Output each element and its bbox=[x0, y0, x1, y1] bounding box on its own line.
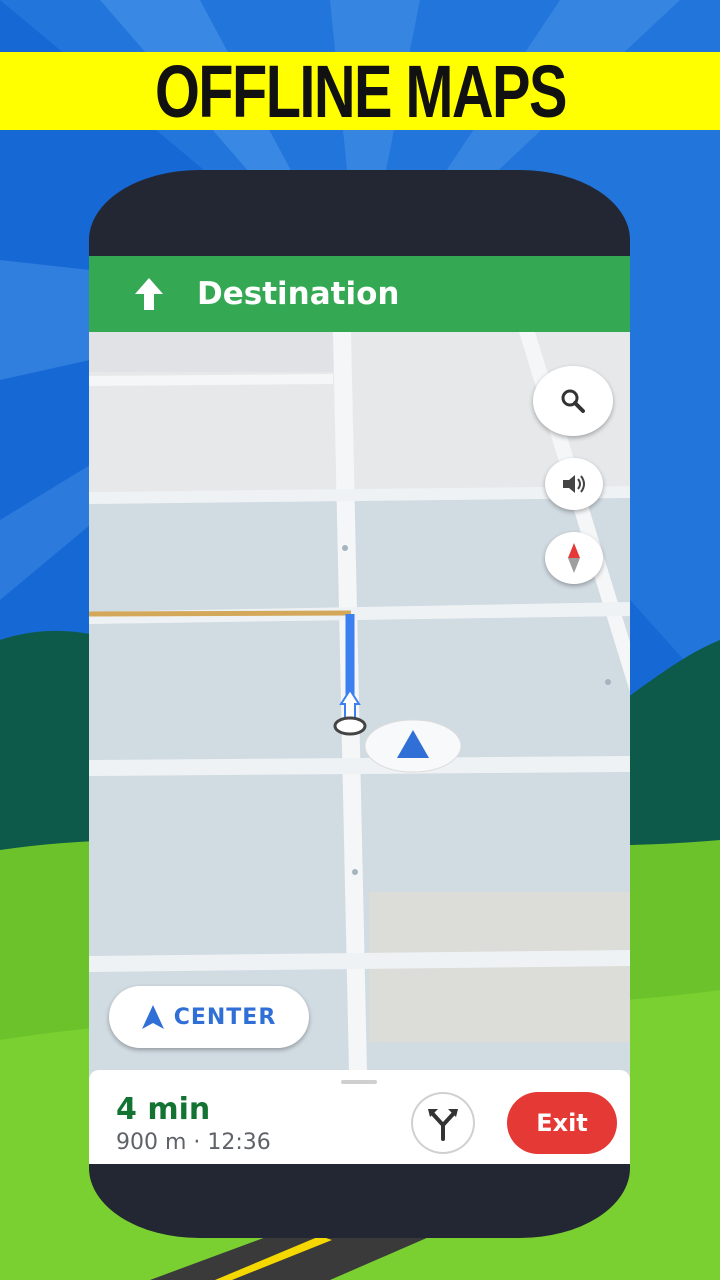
phone-screen: Destination CENTER 4 min 900 m · 12:36 E… bbox=[89, 256, 630, 1164]
arrow-up-icon bbox=[135, 278, 163, 310]
compass-button[interactable] bbox=[545, 532, 603, 584]
compass-icon bbox=[568, 543, 580, 573]
volume-icon bbox=[563, 475, 585, 493]
exit-button[interactable]: Exit bbox=[507, 1092, 617, 1154]
search-button[interactable] bbox=[533, 366, 613, 436]
center-button-label: CENTER bbox=[173, 1004, 277, 1030]
title-banner: OFFLINE MAPS bbox=[0, 50, 720, 133]
drag-handle[interactable] bbox=[341, 1080, 377, 1084]
center-button[interactable]: CENTER bbox=[109, 986, 309, 1048]
navigation-header: Destination bbox=[89, 256, 630, 332]
navigation-arrow-icon bbox=[141, 1005, 164, 1029]
trip-details: 900 m · 12:36 bbox=[116, 1130, 271, 1155]
trip-duration: 4 min bbox=[116, 1092, 211, 1127]
alternate-routes-button[interactable] bbox=[411, 1092, 475, 1154]
banner-title: OFFLINE MAPS bbox=[154, 49, 568, 133]
trip-panel: 4 min 900 m · 12:36 Exit bbox=[89, 1070, 630, 1164]
search-icon bbox=[561, 389, 585, 413]
sound-button[interactable] bbox=[545, 458, 603, 510]
navigation-instruction: Destination bbox=[197, 276, 400, 312]
alternate-routes-icon bbox=[428, 1109, 458, 1141]
